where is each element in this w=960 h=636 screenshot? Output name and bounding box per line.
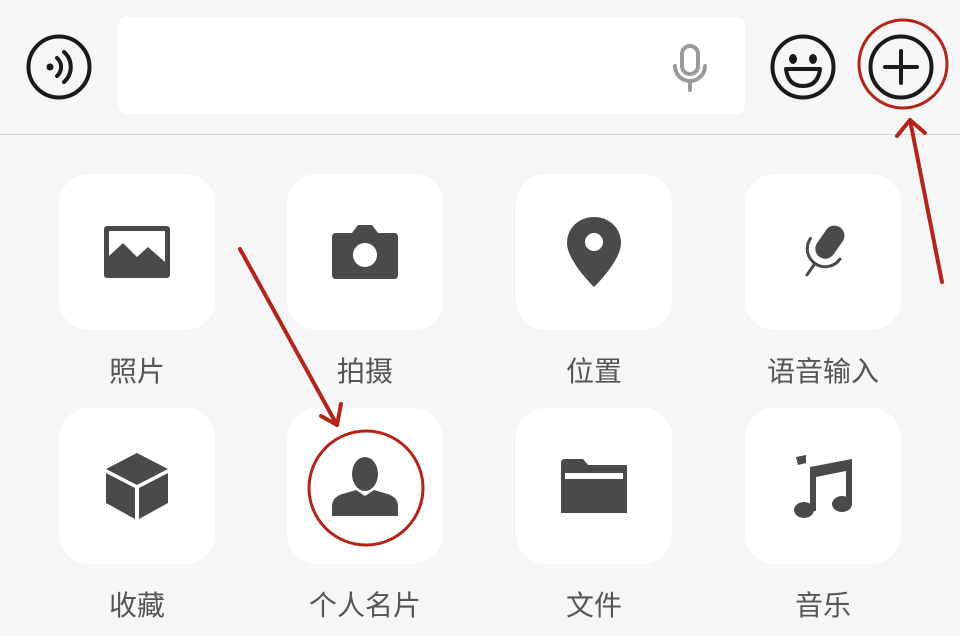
panel-item-label: 个人名片: [308, 589, 421, 622]
photo-icon: [104, 226, 170, 278]
voice-input-mic-icon: [805, 225, 845, 277]
emoji-button[interactable]: [770, 34, 836, 100]
folder-icon: [561, 459, 627, 513]
panel-item-label: 收藏: [108, 589, 165, 622]
panel-item-label: 语音输入: [766, 355, 879, 388]
panel-item-voice-input[interactable]: 语音输入: [743, 174, 903, 390]
message-input[interactable]: [118, 17, 745, 114]
panel-item-contact-card[interactable]: 个人名片: [285, 408, 445, 624]
panel-item-label: 位置: [565, 355, 622, 388]
panel-tile[interactable]: [59, 174, 215, 330]
smiley-face-icon: [770, 34, 836, 100]
panel-tile[interactable]: [287, 408, 443, 564]
panel-tile[interactable]: [745, 408, 901, 564]
panel-item-label: 文件: [565, 589, 622, 622]
favorites-cube-icon: [106, 453, 168, 519]
microphone-icon[interactable]: [670, 44, 710, 92]
voice-toggle-button[interactable]: [26, 34, 92, 100]
panel-item-photo[interactable]: 照片: [57, 174, 217, 390]
panel-item-label: 音乐: [794, 589, 851, 622]
panel-tile[interactable]: [287, 174, 443, 330]
more-functions-panel: 照片 拍摄 位置 语音输入 收藏 个人名片 文件 音乐: [0, 135, 960, 636]
plus-circle-icon: [868, 34, 934, 100]
panel-item-camera[interactable]: 拍摄: [285, 174, 445, 390]
chat-input-toolbar: [0, 0, 960, 135]
panel-tile[interactable]: [516, 408, 672, 564]
music-note-icon: [794, 455, 852, 518]
camera-icon: [332, 225, 398, 279]
panel-item-music[interactable]: 音乐: [743, 408, 903, 624]
panel-item-location[interactable]: 位置: [514, 174, 674, 390]
panel-tile[interactable]: [516, 174, 672, 330]
voice-wave-icon: [26, 34, 92, 100]
panel-item-file[interactable]: 文件: [514, 408, 674, 624]
panel-item-label: 照片: [108, 355, 165, 388]
panel-item-label: 拍摄: [336, 355, 393, 388]
more-functions-button[interactable]: [868, 34, 934, 100]
contact-card-person-icon: [332, 457, 398, 516]
location-pin-icon: [567, 217, 621, 287]
panel-tile[interactable]: [59, 408, 215, 564]
panel-tile[interactable]: [745, 174, 901, 330]
panel-item-favorites[interactable]: 收藏: [57, 408, 217, 624]
